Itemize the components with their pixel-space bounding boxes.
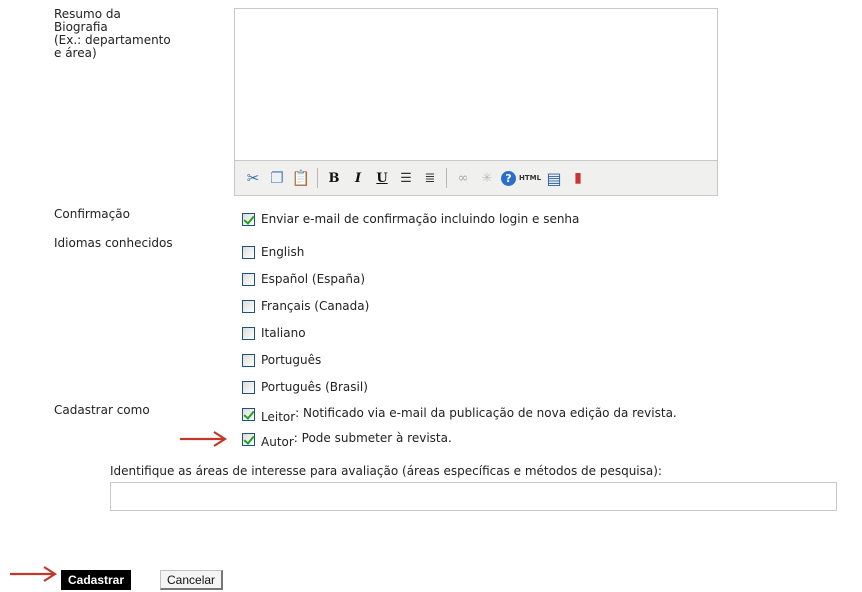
biography-editor: ✂ ❐ 📋 B I U ☰ ≣ ∞ ✳? HTML ▤ ▮ [234, 8, 718, 196]
register-as-label: Cadastrar como [54, 403, 150, 417]
interests-label: Identifique as áreas de interesse para a… [110, 464, 662, 478]
role-checkbox[interactable] [242, 407, 255, 421]
language-label: Italiano [261, 326, 306, 340]
arrow-pointer-icon [180, 431, 228, 447]
biography-label: Resumo da Biografia (Ex.: departamento e… [54, 7, 171, 60]
language-checkbox[interactable] [242, 299, 255, 313]
role-option-autor[interactable]: Autor: Pode submeter à revista. [242, 430, 452, 449]
language-label: Español (España) [261, 272, 366, 286]
help-icon[interactable]: ? [501, 170, 516, 186]
language-option[interactable]: Português [242, 351, 321, 369]
paste-icon[interactable]: 📋 [291, 168, 311, 188]
role-description: : Notificado via e-mail da publicação de… [295, 406, 677, 420]
interests-input[interactable] [110, 482, 837, 511]
language-label: Français (Canada) [261, 299, 370, 313]
toolbar-separator [446, 168, 447, 188]
underline-icon[interactable]: U [372, 168, 392, 188]
copy-icon[interactable]: ❐ [267, 168, 287, 188]
toolbar-separator [317, 168, 318, 188]
language-label: Português [261, 353, 322, 367]
link-icon[interactable]: ∞ [453, 168, 473, 188]
fullscreen-icon[interactable]: ▤ [544, 168, 564, 188]
language-checkbox[interactable] [242, 380, 255, 394]
language-option[interactable]: Português (Brasil) [242, 378, 368, 396]
submit-button[interactable]: Cadastrar [61, 570, 132, 590]
language-option[interactable]: Français (Canada) [242, 297, 369, 315]
biography-textarea[interactable] [235, 9, 717, 160]
html-icon[interactable]: HTML [519, 168, 541, 188]
document-icon[interactable]: ▮ [568, 168, 588, 188]
italic-icon[interactable]: I [348, 168, 368, 188]
role-name: Autor [261, 435, 294, 449]
bullet-list-icon[interactable]: ☰ [396, 168, 416, 188]
role-option-leitor[interactable]: Leitor: Notificado via e-mail da publica… [242, 405, 677, 424]
language-checkbox[interactable] [242, 353, 255, 367]
languages-label: Idiomas conhecidos [54, 236, 173, 250]
language-option[interactable]: English [242, 243, 304, 261]
role-description: : Pode submeter à revista. [293, 431, 452, 445]
role-checkbox[interactable] [242, 432, 255, 446]
numbered-list-icon[interactable]: ≣ [420, 168, 440, 188]
role-name: Leitor [261, 410, 296, 424]
bold-icon[interactable]: B [324, 168, 344, 188]
arrow-pointer-icon [10, 566, 58, 582]
editor-toolbar: ✂ ❐ 📋 B I U ☰ ≣ ∞ ✳? HTML ▤ ▮ [235, 160, 717, 195]
language-label: English [261, 245, 305, 259]
language-checkbox[interactable] [242, 326, 255, 340]
unlink-icon[interactable]: ✳ [477, 168, 497, 188]
confirmation-option[interactable]: Enviar e-mail de confirmação incluindo l… [242, 210, 579, 228]
confirmation-label: Confirmação [54, 207, 130, 221]
cancel-button[interactable]: Cancelar [160, 570, 224, 590]
language-option[interactable]: Español (España) [242, 270, 365, 288]
language-checkbox[interactable] [242, 245, 255, 259]
language-checkbox[interactable] [242, 272, 255, 286]
confirmation-text: Enviar e-mail de confirmação incluindo l… [261, 212, 580, 226]
language-option[interactable]: Italiano [242, 324, 306, 342]
confirmation-checkbox[interactable] [242, 212, 255, 226]
language-label: Português (Brasil) [261, 380, 368, 394]
cut-icon[interactable]: ✂ [243, 168, 263, 188]
